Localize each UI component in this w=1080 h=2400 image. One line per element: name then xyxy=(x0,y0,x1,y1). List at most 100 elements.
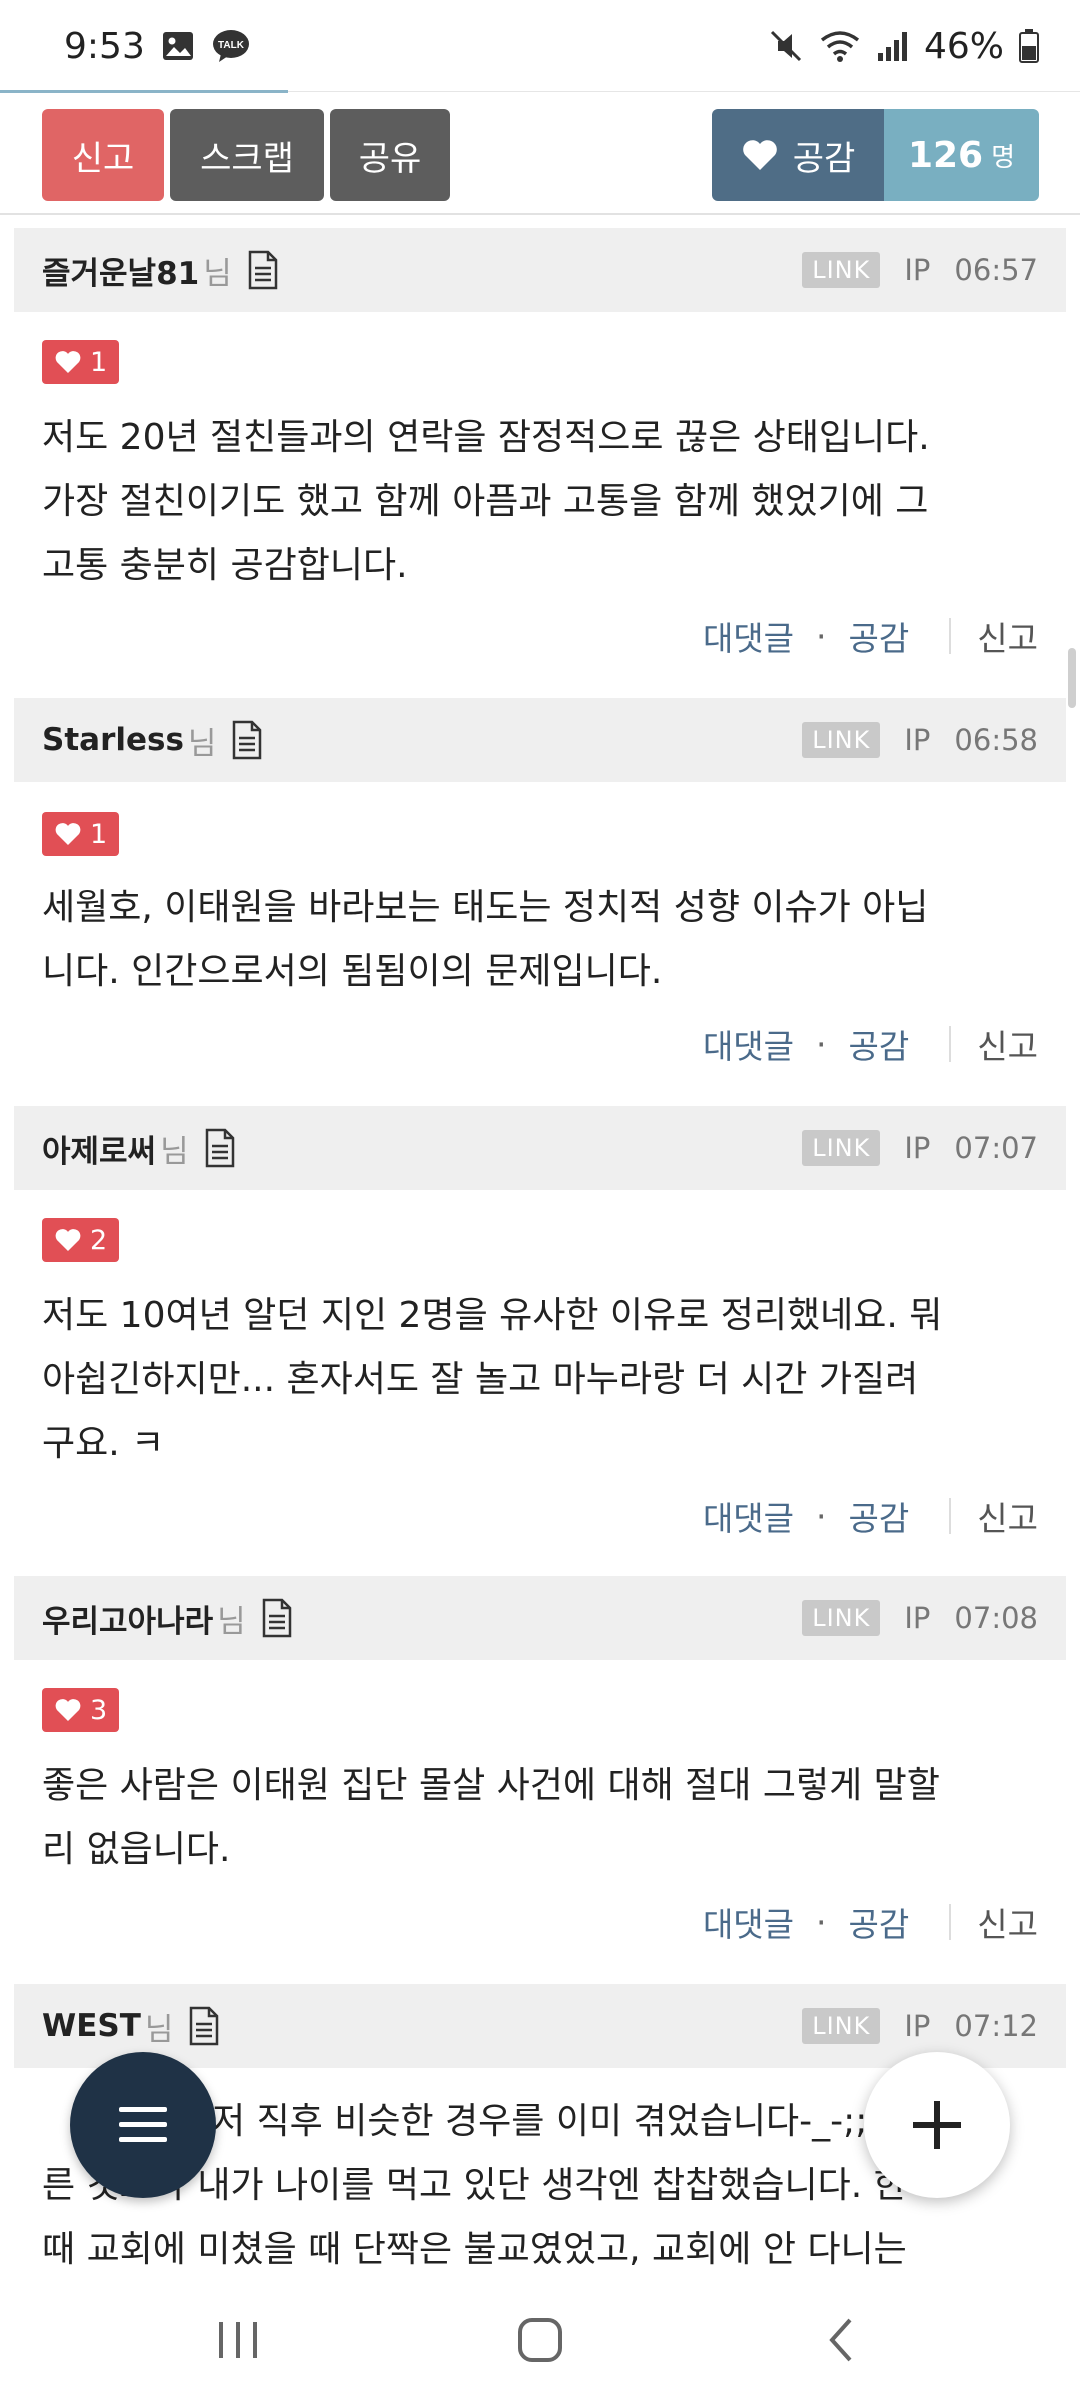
comment-line: 세월호, 이태원을 바라보는 태도는 정치적 성향 이슈가 아닙 xyxy=(42,887,929,928)
reply-button[interactable]: 대댓글 xyxy=(703,1492,794,1540)
separator-dot: · xyxy=(816,616,827,656)
comment-like-badge: 2 xyxy=(42,1218,120,1262)
signal-icon xyxy=(877,32,907,61)
comment-actions: 대댓글 · 공감 신고 xyxy=(703,1020,1038,1068)
document-icon[interactable] xyxy=(260,1598,294,1638)
add-fab-button[interactable] xyxy=(864,2052,1010,2198)
reply-button[interactable]: 대댓글 xyxy=(703,612,794,660)
plus-icon xyxy=(913,2101,961,2149)
comment-author[interactable]: Starless xyxy=(42,722,184,758)
sympathy-button[interactable]: 공감 xyxy=(849,1898,910,1946)
status-bar-left: 9:53 TALK xyxy=(64,26,251,67)
comment-author[interactable]: 아제로써 xyxy=(42,1126,156,1171)
back-icon xyxy=(829,2318,852,2362)
comment-meta: LINK IP 06:58 xyxy=(802,722,1038,758)
mute-icon xyxy=(770,30,802,62)
status-time: 9:53 xyxy=(64,25,145,67)
heart-icon xyxy=(55,823,81,846)
sympathy-button[interactable]: 공감 xyxy=(849,1492,910,1540)
comment-time: 07:08 xyxy=(954,1601,1038,1635)
document-icon[interactable] xyxy=(230,720,264,760)
comment-header: Starless 님 LINK IP 06:58 xyxy=(14,698,1066,782)
kakaotalk-icon: TALK xyxy=(212,30,249,62)
comment-report-button[interactable]: 신고 xyxy=(977,1020,1038,1068)
scrollbar[interactable] xyxy=(1068,648,1076,708)
author-suffix: 님 xyxy=(203,255,232,292)
like-button-main[interactable]: 공감 xyxy=(712,109,884,201)
report-button[interactable]: 신고 xyxy=(42,109,164,201)
comment-like-count: 1 xyxy=(90,346,108,378)
scrap-button-label: 스크랩 xyxy=(200,138,294,179)
sympathy-button[interactable]: 공감 xyxy=(849,1020,910,1068)
like-button[interactable]: 공감 126 명 xyxy=(712,109,1039,201)
comment-header: 아제로써 님 LINK IP 07:07 xyxy=(14,1106,1066,1190)
comment-author[interactable]: WEST xyxy=(42,2008,141,2044)
menu-fab-button[interactable] xyxy=(70,2052,216,2198)
comment-time: 07:12 xyxy=(954,2009,1038,2043)
comment-body: 좋은 사람은 이태원 집단 몰살 사건에 대해 절대 그렇게 말할 리 없읍니다… xyxy=(42,1754,1042,1882)
back-button[interactable] xyxy=(782,2290,902,2390)
link-badge[interactable]: LINK xyxy=(802,1130,881,1166)
document-icon[interactable] xyxy=(246,250,280,290)
document-icon[interactable] xyxy=(187,2006,221,2046)
author-suffix: 님 xyxy=(217,1603,246,1640)
scrap-button[interactable]: 스크랩 xyxy=(170,109,324,201)
comment-header: WEST 님 LINK IP 07:12 xyxy=(14,1984,1066,2068)
reply-button[interactable]: 대댓글 xyxy=(703,1898,794,1946)
comment-time: 07:07 xyxy=(954,1131,1038,1165)
comment-line: 때 교회에 미쳤을 때 단짝은 불교였었고, 교회에 안 다니는 xyxy=(42,2229,907,2270)
sympathy-button[interactable]: 공감 xyxy=(849,612,910,660)
heart-icon xyxy=(742,140,777,170)
talk-badge-text: TALK xyxy=(218,40,245,51)
comment-like-count: 2 xyxy=(90,1224,108,1256)
comment-like-badge: 1 xyxy=(42,812,120,856)
comment-actions: 대댓글 · 공감 신고 xyxy=(703,1898,1038,1946)
comment-time: 06:58 xyxy=(954,723,1038,757)
comment-like-count: 3 xyxy=(90,1694,108,1726)
home-button[interactable] xyxy=(480,2290,600,2390)
link-badge[interactable]: LINK xyxy=(802,2008,881,2044)
reply-button[interactable]: 대댓글 xyxy=(703,1020,794,1068)
comment-meta: LINK IP 07:07 xyxy=(802,1130,1038,1166)
heart-icon xyxy=(55,1699,81,1722)
comment-like-count: 1 xyxy=(90,818,108,850)
comment-report-button[interactable]: 신고 xyxy=(977,1898,1038,1946)
comment-line: 저도 10여년 알던 지인 2명을 유사한 이유로 정리했네요. 뭐 xyxy=(42,1295,943,1336)
comment-author[interactable]: 즐거운날81 xyxy=(42,248,199,293)
like-label: 공감 xyxy=(792,138,856,179)
comment-report-button[interactable]: 신고 xyxy=(977,612,1038,660)
recent-apps-button[interactable] xyxy=(178,2290,298,2390)
comment-line: 구요. ㅋ xyxy=(42,1423,165,1464)
heart-icon xyxy=(55,1229,81,1252)
image-icon xyxy=(162,32,193,60)
share-button[interactable]: 공유 xyxy=(330,109,450,201)
comment-body: 저도 10여년 알던 지인 2명을 유사한 이유로 정리했네요. 뭐 아쉽긴하지… xyxy=(42,1284,1042,1476)
author-suffix: 님 xyxy=(144,2011,174,2048)
divider xyxy=(949,1026,952,1062)
heart-icon xyxy=(55,351,81,374)
comment-author[interactable]: 우리고아나라 xyxy=(42,1596,213,1641)
system-nav-bar xyxy=(0,2270,1080,2400)
author-suffix: 님 xyxy=(160,1133,189,1170)
comment-actions: 대댓글 · 공감 신고 xyxy=(703,612,1038,660)
home-icon xyxy=(518,2318,562,2362)
link-badge[interactable]: LINK xyxy=(802,1600,881,1636)
link-badge[interactable]: LINK xyxy=(802,722,881,758)
share-button-label: 공유 xyxy=(358,138,422,179)
battery-icon xyxy=(1019,29,1039,63)
comment-header: 우리고아나라 님 LINK IP 07:08 xyxy=(14,1576,1066,1660)
document-icon[interactable] xyxy=(203,1128,237,1168)
comment-report-button[interactable]: 신고 xyxy=(977,1492,1038,1540)
like-count: 126 xyxy=(907,134,984,176)
like-unit: 명 xyxy=(991,142,1016,173)
comment-header: 즐거운날81 님 LINK IP 06:57 xyxy=(14,228,1066,312)
report-button-label: 신고 xyxy=(71,138,135,179)
wifi-icon xyxy=(820,31,860,62)
separator-dot: · xyxy=(816,1902,827,1942)
link-badge[interactable]: LINK xyxy=(802,252,881,288)
divider xyxy=(949,1904,952,1940)
ip-label: IP xyxy=(904,1131,931,1165)
separator-dot: · xyxy=(816,1024,827,1064)
post-action-bar: 신고 스크랩 공유 공감 126 명 xyxy=(0,93,1080,215)
status-bar-right: 46% xyxy=(768,26,1040,67)
